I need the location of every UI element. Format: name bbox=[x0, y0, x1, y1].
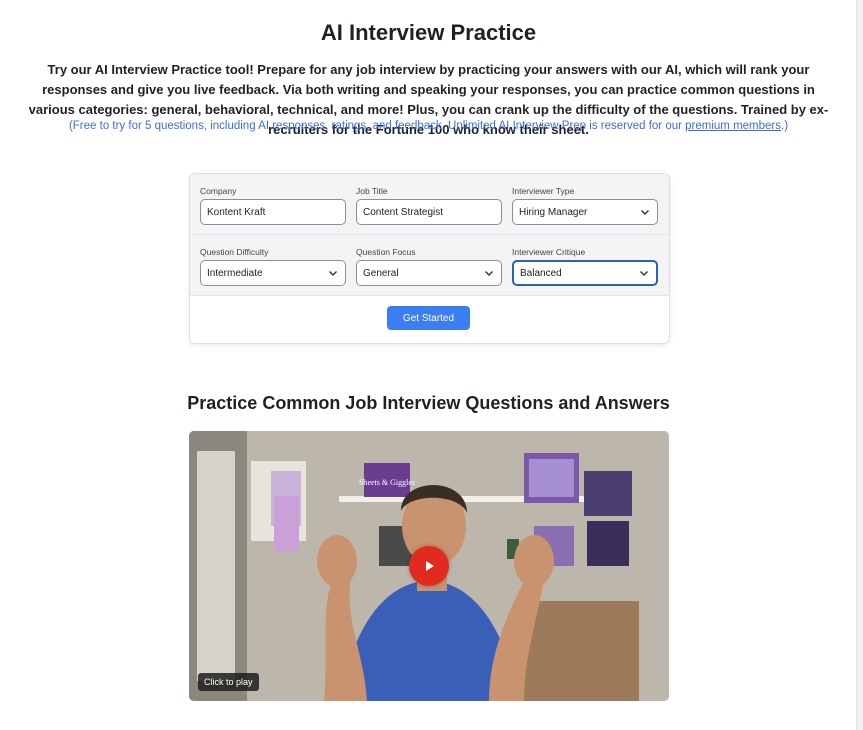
question-focus-value: General bbox=[363, 267, 399, 279]
free-trial-note: (Free to try for 5 questions, including … bbox=[20, 120, 837, 132]
interviewer-type-field-group: Interviewer Type Hiring Manager bbox=[512, 186, 658, 225]
question-difficulty-field-group: Question Difficulty Intermediate bbox=[200, 247, 346, 286]
interviewer-critique-field-group: Interviewer Critique Balanced bbox=[512, 247, 658, 286]
note-prefix: (Free to try for 5 questions, including … bbox=[68, 120, 686, 132]
interviewer-critique-value: Balanced bbox=[520, 267, 562, 279]
click-to-play-label: Click to play bbox=[198, 673, 259, 691]
interviewer-type-value: Hiring Manager bbox=[519, 206, 588, 218]
job-title-value: Content Strategist bbox=[363, 206, 444, 218]
question-difficulty-value: Intermediate bbox=[207, 267, 263, 279]
interviewer-critique-label: Interviewer Critique bbox=[512, 247, 586, 257]
question-difficulty-label: Question Difficulty bbox=[200, 247, 269, 257]
company-value: Kontent Kraft bbox=[207, 206, 266, 218]
company-label: Company bbox=[200, 186, 237, 196]
interviewer-critique-select[interactable]: Balanced bbox=[512, 260, 658, 286]
question-focus-label: Question Focus bbox=[356, 247, 416, 257]
scrollbar[interactable] bbox=[856, 0, 863, 730]
play-button[interactable] bbox=[409, 546, 449, 586]
chevron-down-icon bbox=[485, 271, 493, 276]
job-title-field-group: Job Title Content Strategist bbox=[356, 186, 502, 225]
note-suffix: .) bbox=[781, 120, 789, 132]
company-input[interactable]: Kontent Kraft bbox=[200, 199, 346, 225]
canvas-text: Sheets & Giggles bbox=[359, 478, 415, 487]
video-player[interactable]: Sheets & Giggles Click to play bbox=[189, 431, 669, 701]
question-difficulty-select[interactable]: Intermediate bbox=[200, 260, 346, 286]
job-title-label: Job Title bbox=[356, 186, 388, 196]
interview-setup-form: Company Kontent Kraft Job Title Content … bbox=[189, 173, 670, 344]
interviewer-type-select[interactable]: Hiring Manager bbox=[512, 199, 658, 225]
job-title-input[interactable]: Content Strategist bbox=[356, 199, 502, 225]
get-started-button[interactable]: Get Started bbox=[387, 306, 470, 330]
premium-members-link[interactable]: premium members bbox=[685, 120, 781, 132]
company-field-group: Company Kontent Kraft bbox=[200, 186, 346, 225]
video-section-title: Practice Common Job Interview Questions … bbox=[187, 393, 670, 413]
question-focus-field-group: Question Focus General bbox=[356, 247, 502, 286]
interviewer-type-label: Interviewer Type bbox=[512, 186, 575, 196]
question-focus-select[interactable]: General bbox=[356, 260, 502, 286]
page-title: AI Interview Practice bbox=[320, 20, 537, 45]
chevron-down-icon bbox=[329, 271, 337, 276]
play-icon bbox=[426, 561, 434, 571]
chevron-down-icon bbox=[640, 271, 648, 276]
chevron-down-icon bbox=[641, 210, 649, 215]
